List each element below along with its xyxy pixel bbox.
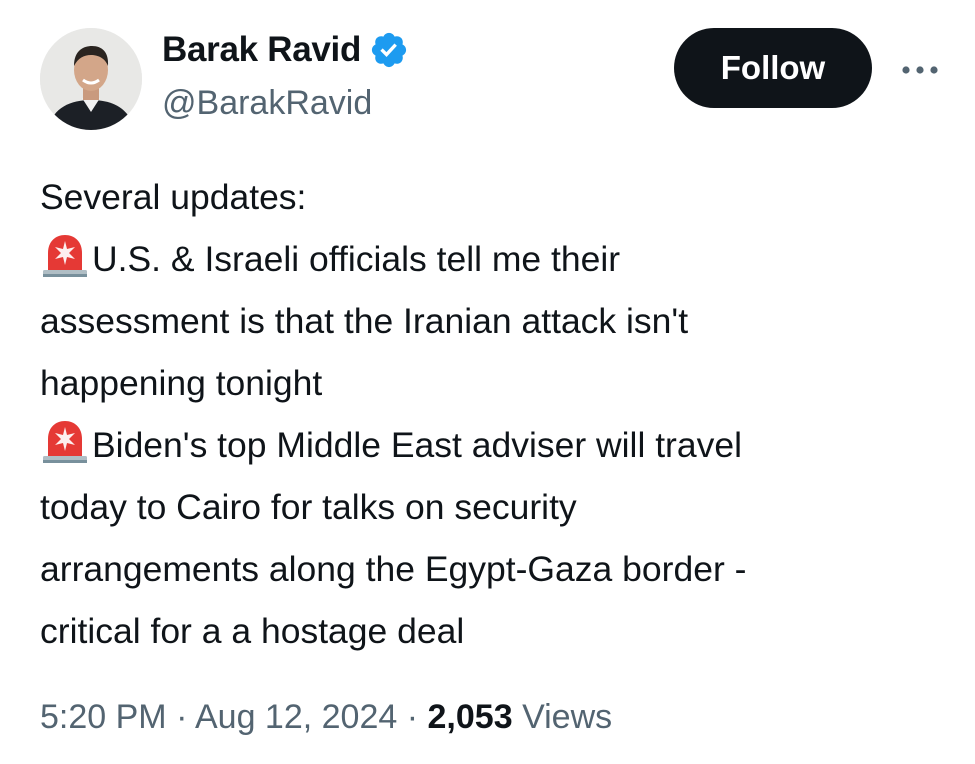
meta-separator: ·: [176, 698, 188, 736]
author-handle[interactable]: @BarakRavid: [162, 84, 372, 123]
tweet-time[interactable]: 5:20 PM: [40, 698, 167, 736]
more-horizontal-icon: [902, 66, 938, 74]
tweet-line-text: Biden's top Middle East adviser will tra…: [92, 425, 743, 465]
tweet-text: Several updates: U.S. & Israeli official…: [40, 166, 940, 662]
tweet-line: Several updates:: [40, 177, 307, 217]
author-name-row: Barak Ravid: [162, 30, 409, 70]
tweet-line: arrangements along the Egypt-Gaza border…: [40, 549, 747, 589]
meta-separator: ·: [406, 698, 419, 736]
tweet-card: Barak Ravid @BarakRavid Follow Several u…: [0, 0, 975, 764]
tweet-line: Biden's top Middle East adviser will tra…: [40, 414, 940, 476]
tweet-meta: 5:20 PM · Aug 12, 2024 · 2,053 Views: [40, 698, 612, 737]
avatar[interactable]: [40, 28, 142, 130]
rotating-light-icon: [40, 231, 90, 279]
follow-button[interactable]: Follow: [674, 28, 872, 108]
views-label: Views: [522, 698, 613, 736]
tweet-line: critical for a a hostage deal: [40, 611, 465, 651]
more-options-button[interactable]: [896, 50, 944, 90]
tweet-line: happening tonight: [40, 363, 323, 403]
author-display-name[interactable]: Barak Ravid: [162, 30, 361, 70]
tweet-date[interactable]: Aug 12, 2024: [195, 698, 397, 736]
tweet-line: assessment is that the Iranian attack is…: [40, 301, 689, 341]
tweet-line-text: U.S. & Israeli officials tell me their: [92, 239, 621, 279]
views-count: 2,053: [427, 698, 513, 736]
tweet-line: U.S. & Israeli officials tell me their: [40, 228, 940, 290]
tweet-line: today to Cairo for talks on security: [40, 487, 577, 527]
rotating-light-icon: [40, 417, 90, 465]
verified-badge-icon: [369, 30, 409, 70]
